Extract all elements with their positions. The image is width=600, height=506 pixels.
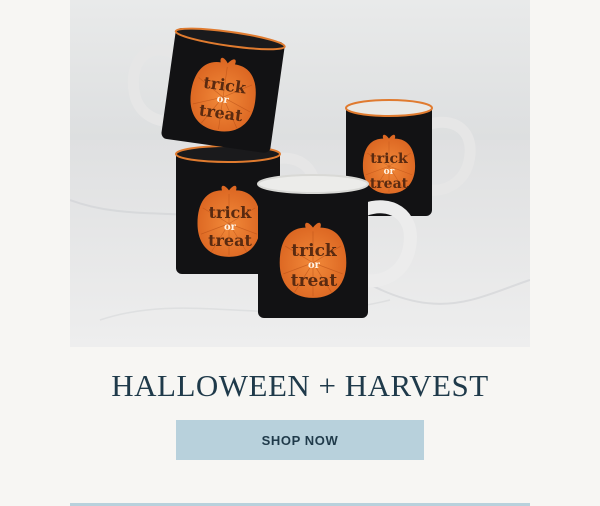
shop-now-button[interactable]: SHOP NOW <box>176 420 424 460</box>
svg-text:treat: treat <box>208 231 252 250</box>
hero-image[interactable]: trick or treat trick or treat trick or t… <box>70 0 530 347</box>
svg-text:or: or <box>308 260 321 271</box>
mugs-photo: trick or treat trick or treat trick or t… <box>70 0 530 347</box>
svg-text:trick: trick <box>291 241 338 261</box>
svg-text:treat: treat <box>291 271 338 291</box>
svg-text:trick: trick <box>370 151 408 167</box>
svg-text:trick: trick <box>209 203 253 222</box>
section-headline: HALLOWEEN + HARVEST <box>111 368 489 403</box>
svg-text:treat: treat <box>370 176 409 192</box>
